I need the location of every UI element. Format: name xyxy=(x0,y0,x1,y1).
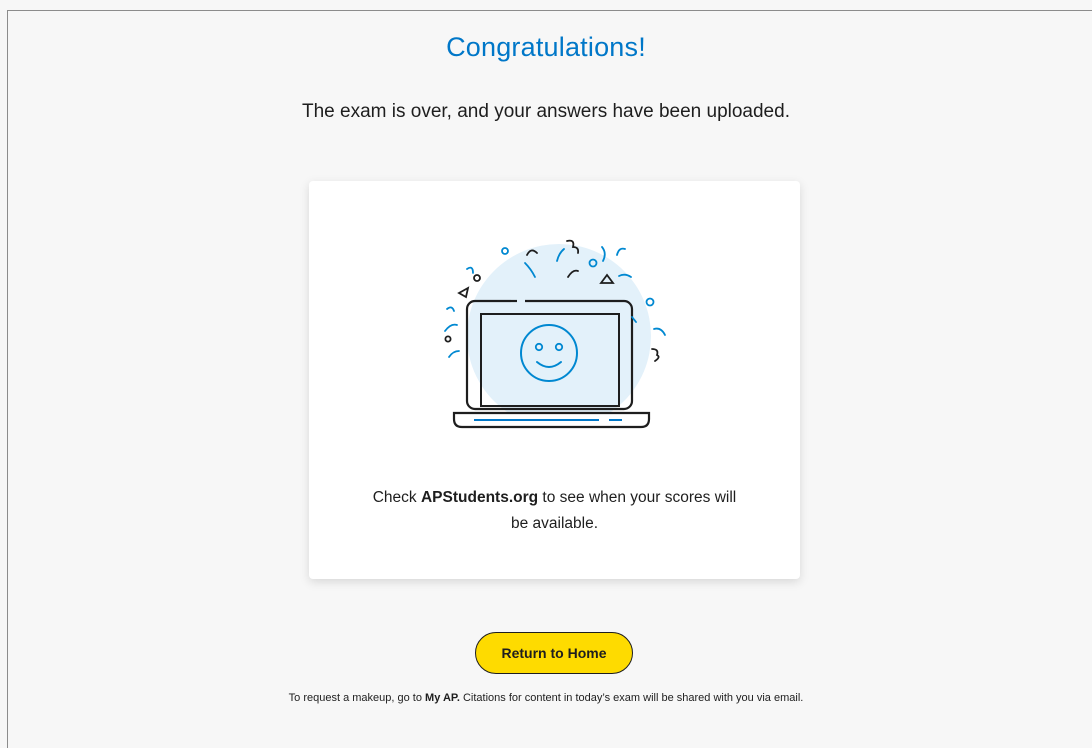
apstudents-link: APStudents.org xyxy=(420,489,539,506)
message-suffix: to see when your scores will be availabl… xyxy=(510,489,737,532)
page-title: Congratulations! xyxy=(446,32,646,62)
laptop-smiley-icon xyxy=(444,239,666,429)
footer-suffix: Citations for content in today’s exam wi… xyxy=(459,692,804,704)
return-to-home-button[interactable]: Return to Home xyxy=(475,632,633,674)
footer-prefix: To request a makeup, go to xyxy=(288,692,426,704)
message-prefix: Check xyxy=(372,489,421,506)
my-ap-link: My AP. xyxy=(425,692,460,704)
confirmation-card: Check APStudents.org to see when your sc… xyxy=(309,181,800,579)
footer-note: To request a makeup, go to My AP. Citati… xyxy=(0,692,1092,704)
page-subtitle: The exam is over, and your answers have … xyxy=(302,101,790,122)
scores-availability-message: Check APStudents.org to see when your sc… xyxy=(369,485,740,537)
